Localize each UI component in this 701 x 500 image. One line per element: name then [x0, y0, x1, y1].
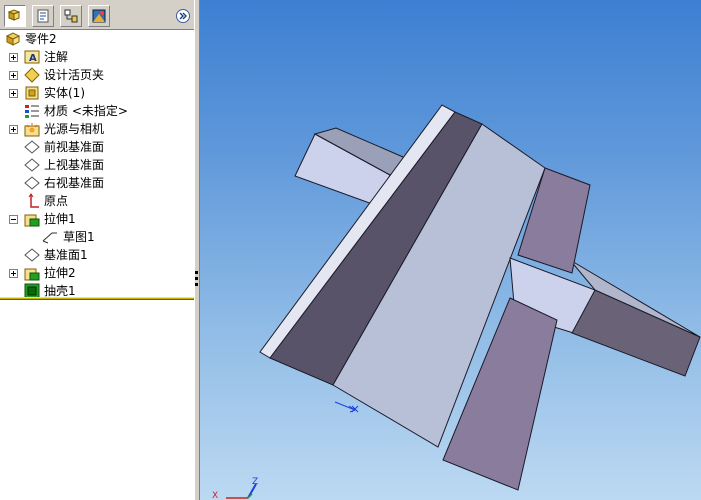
panel-toolbar	[0, 0, 194, 30]
tree-item-material[interactable]: 材质 <未指定>	[0, 102, 194, 120]
appearance-icon	[92, 9, 106, 23]
tree-root[interactable]: 零件2	[0, 30, 194, 48]
configurationmanager-tab[interactable]	[60, 5, 82, 27]
tree-item-label: 基准面1	[44, 248, 88, 262]
plane-icon	[24, 158, 40, 172]
tree-item-label: 原点	[44, 194, 69, 208]
tree-item-label: 设计活页夹	[44, 68, 105, 82]
expand-toggle[interactable]	[9, 125, 18, 134]
tree-item-origin[interactable]: 原点	[0, 192, 194, 210]
featuremanager-tab[interactable]	[4, 5, 26, 27]
tree-item-label: 材质 <未指定>	[44, 104, 128, 118]
tree-root-label: 零件2	[25, 32, 57, 46]
svg-text:A: A	[29, 53, 37, 64]
plane-icon	[24, 176, 40, 190]
tree-item-extrude2[interactable]: 拉伸2	[0, 264, 194, 282]
part-icon	[5, 32, 21, 46]
expand-panel-button[interactable]	[176, 9, 190, 23]
feature-manager-panel: 零件2 A 注解 设计活页夹 实体(1) 材质 <未指定> 光源与相机 前视基准…	[0, 0, 194, 500]
origin-marker	[334, 401, 359, 413]
tree-item-right-plane[interactable]: 右视基准面	[0, 174, 194, 192]
tree-item-label: 注解	[44, 50, 69, 64]
tree-item-label: 拉伸1	[44, 212, 76, 226]
lights-cameras-icon	[24, 123, 40, 137]
extrude-icon	[24, 214, 40, 227]
solid-body-icon	[25, 86, 39, 100]
tree-item-lights-cameras[interactable]: 光源与相机	[0, 120, 194, 138]
3d-model[interactable]	[200, 0, 701, 500]
tree-item-label: 拉伸2	[44, 266, 76, 280]
feature-tree-icon	[7, 9, 21, 21]
graphics-viewport[interactable]: X Z	[200, 0, 701, 500]
feature-tree-blank-area	[0, 300, 194, 500]
feature-tree: 零件2 A 注解 设计活页夹 实体(1) 材质 <未指定> 光源与相机 前视基准…	[0, 30, 194, 299]
displaymanager-tab[interactable]	[88, 5, 110, 27]
splitter-grip[interactable]	[195, 268, 199, 294]
tree-item-top-plane[interactable]: 上视基准面	[0, 156, 194, 174]
tree-item-design-binder[interactable]: 设计活页夹	[0, 66, 194, 84]
tree-item-extrude1[interactable]: 拉伸1	[0, 210, 194, 228]
triad-z-label: Z	[252, 477, 258, 487]
plane-icon	[24, 140, 40, 154]
plane-icon	[24, 248, 40, 262]
tree-item-label: 实体(1)	[44, 86, 85, 100]
tree-item-annotations[interactable]: A 注解	[0, 48, 194, 66]
extrude-icon	[24, 268, 40, 281]
expand-toggle[interactable]	[9, 269, 18, 278]
expand-toggle[interactable]	[9, 89, 18, 98]
tree-item-label: 草图1	[63, 230, 95, 244]
tree-item-plane1[interactable]: 基准面1	[0, 246, 194, 264]
double-chevron-right-icon	[179, 12, 187, 20]
triad-x-label: X	[212, 491, 218, 500]
property-icon	[37, 9, 49, 23]
tree-item-label: 光源与相机	[44, 122, 105, 136]
sketch-icon	[42, 232, 57, 244]
propertymanager-tab[interactable]	[32, 5, 54, 27]
tree-item-label: 右视基准面	[44, 176, 105, 190]
expand-toggle[interactable]	[9, 71, 18, 80]
tree-item-solid-bodies[interactable]: 实体(1)	[0, 84, 194, 102]
annotation-icon: A	[24, 50, 40, 64]
origin-icon	[28, 193, 39, 208]
configuration-icon	[64, 9, 78, 23]
axis-triad: X Z	[212, 477, 258, 500]
design-binder-icon	[24, 67, 40, 83]
tree-item-label: 前视基准面	[44, 140, 105, 154]
material-icon	[25, 105, 39, 118]
tree-item-sketch1[interactable]: 草图1	[0, 228, 194, 246]
collapse-toggle[interactable]	[9, 215, 18, 224]
tree-item-label: 上视基准面	[44, 158, 105, 172]
tree-item-front-plane[interactable]: 前视基准面	[0, 138, 194, 156]
expand-toggle[interactable]	[9, 53, 18, 62]
